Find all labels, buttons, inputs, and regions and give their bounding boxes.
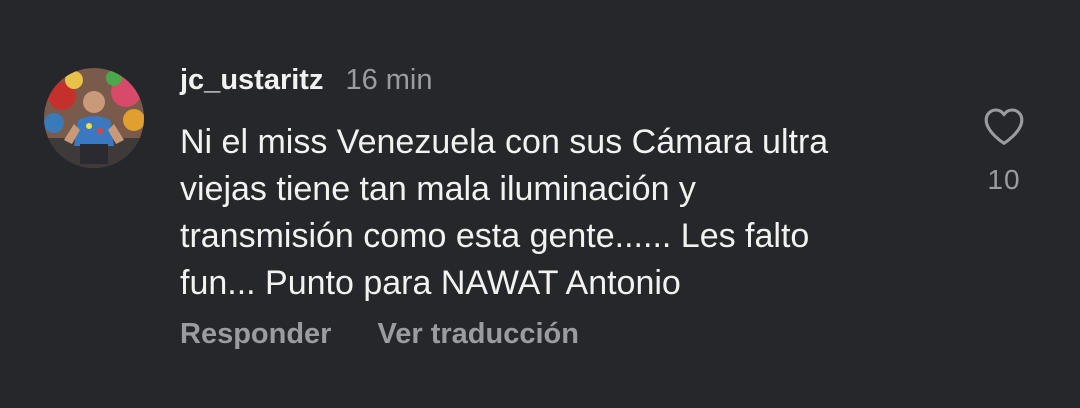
reply-button[interactable]: Responder [180,318,331,351]
avatar-photo [44,68,144,168]
heart-outline-icon [984,108,1024,145]
like-count: 10 [987,164,1021,195]
translate-button[interactable]: Ver traducción [377,318,578,351]
comment-text-line: transmisión como esta gente...... Les fa… [180,217,810,255]
comment-header: jc_ustaritz 16 min [180,64,433,104]
timestamp: 16 min [345,64,433,96]
comment-text-line: Ni el miss Venezuela con sus Cámara ultr… [180,123,829,161]
comment-text-line: fun... Punto para NAWAT Antonio [180,264,681,302]
comment-text: Ni el miss Venezuela con sus Cámara ultr… [180,119,940,307]
like-section: 10 [972,100,1036,200]
comment-item: jc_ustaritz 16 min Ni el miss Venezuela … [0,0,1080,408]
avatar[interactable] [44,68,144,168]
comment-actions: Responder Ver traducción [180,318,579,351]
comment-text-line: viejas tiene tan mala iluminación y [180,170,696,208]
username[interactable]: jc_ustaritz [180,64,323,97]
like-button[interactable] [972,100,1036,152]
